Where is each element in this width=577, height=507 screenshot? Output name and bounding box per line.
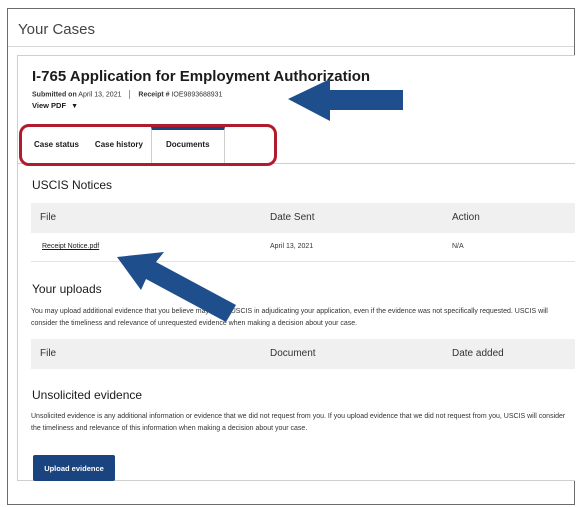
arrow-left-icon [288, 79, 403, 121]
arrow-down-left-icon [117, 252, 236, 322]
annotation-arrows [117, 79, 403, 322]
